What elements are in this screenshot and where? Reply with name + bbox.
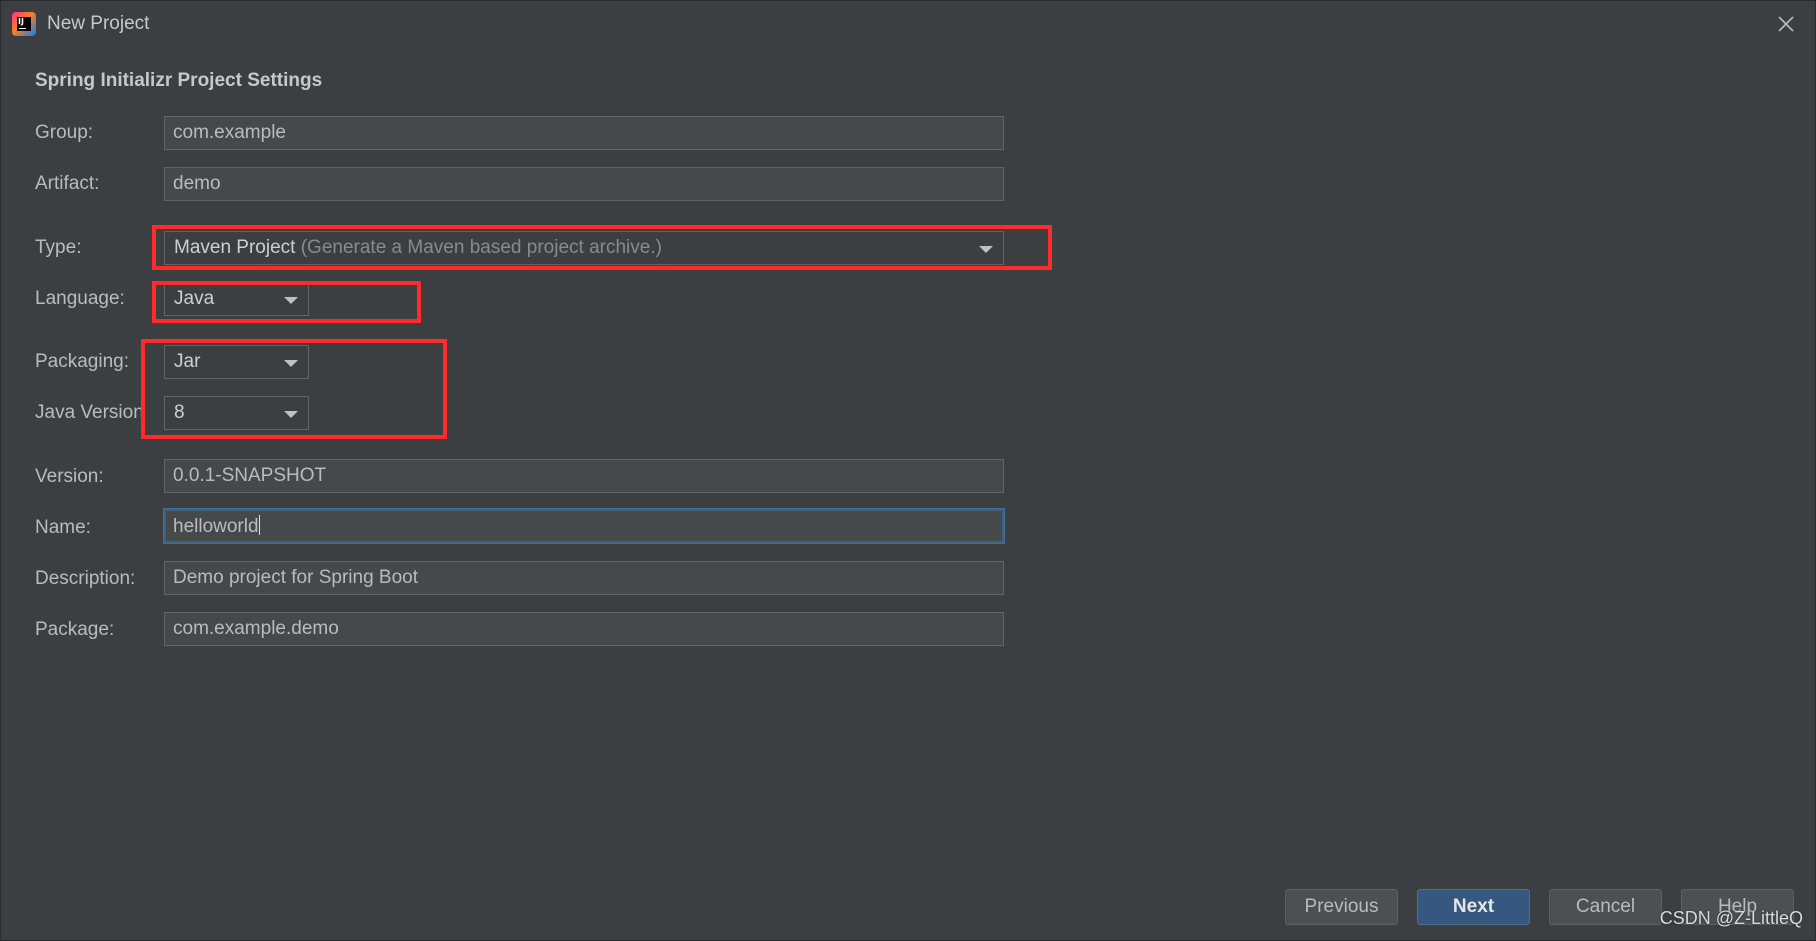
artifact-field[interactable]: demo	[164, 167, 1004, 201]
new-project-dialog: IJ New Project Spring Initializr Project…	[0, 0, 1816, 941]
name-value: helloworld	[173, 516, 259, 537]
text-caret	[258, 515, 260, 535]
next-button[interactable]: Next	[1417, 889, 1530, 925]
description-field[interactable]: Demo project for Spring Boot	[164, 561, 1004, 595]
highlight-box-type	[152, 225, 1052, 270]
name-field[interactable]: helloworld	[164, 509, 1004, 543]
version-label: Version:	[35, 466, 104, 487]
section-title: Spring Initializr Project Settings	[35, 70, 323, 91]
highlight-box-language	[152, 281, 421, 323]
highlight-box-packaging	[141, 339, 447, 439]
language-label: Language:	[35, 288, 125, 309]
cancel-button[interactable]: Cancel	[1549, 889, 1662, 925]
group-label: Group:	[35, 122, 94, 143]
watermark: CSDN @Z-LittleQ	[1659, 908, 1803, 928]
previous-button[interactable]: Previous	[1285, 889, 1398, 925]
window-title: New Project	[47, 13, 150, 34]
package-label: Package:	[35, 619, 115, 640]
package-field[interactable]: com.example.demo	[164, 612, 1004, 646]
type-label: Type:	[35, 237, 82, 258]
description-label: Description:	[35, 568, 136, 589]
close-icon[interactable]	[1775, 13, 1797, 35]
title-bar: IJ New Project	[1, 1, 1815, 47]
version-field[interactable]: 0.0.1-SNAPSHOT	[164, 459, 1004, 493]
name-label: Name:	[35, 517, 91, 538]
intellij-idea-icon: IJ	[12, 12, 36, 36]
artifact-label: Artifact:	[35, 173, 100, 194]
java-version-label: Java Version	[35, 402, 144, 423]
packaging-label: Packaging:	[35, 351, 130, 372]
group-field[interactable]: com.example	[164, 116, 1004, 150]
